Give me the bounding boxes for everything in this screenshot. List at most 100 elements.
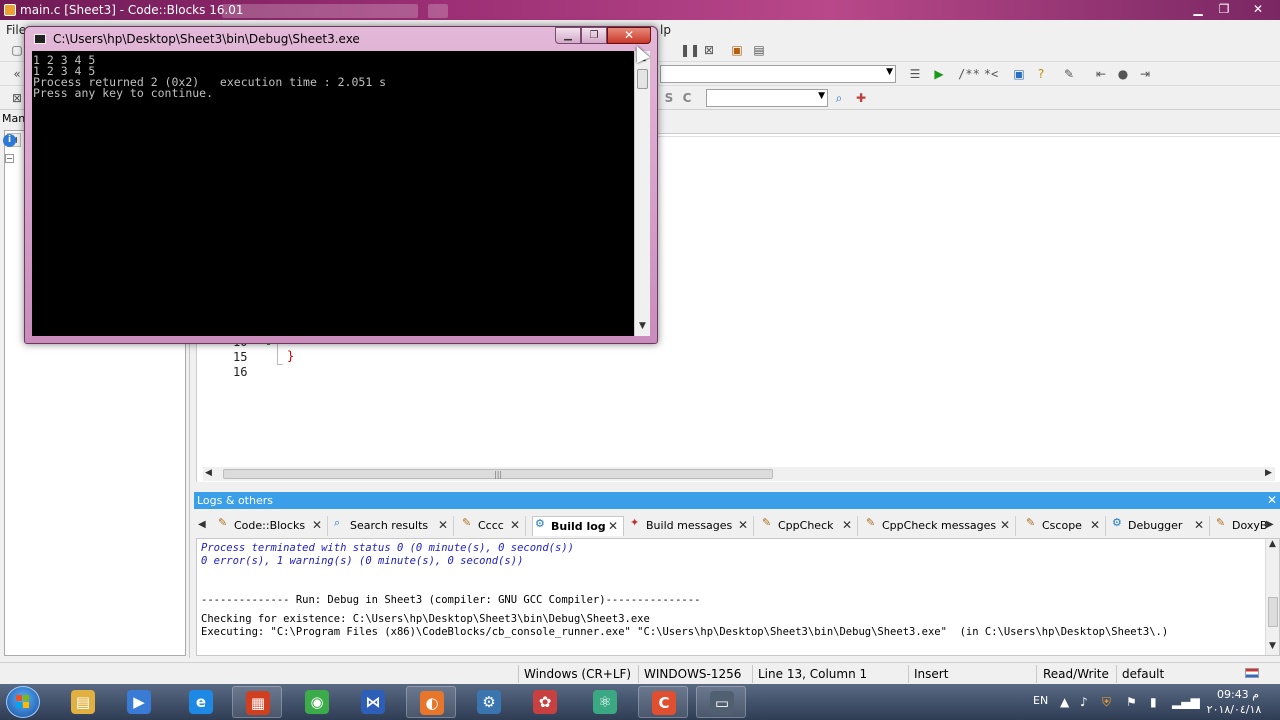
ide-titlebar[interactable]: main.c [Sheet3] - Code::Blocks 16.01 ▁ ❐… <box>0 0 1280 20</box>
visual-studio-icon: ⋈ <box>361 690 385 714</box>
taskbar-firefox[interactable]: ◐ <box>406 686 456 718</box>
close-icon[interactable]: ✕ <box>312 518 322 532</box>
uncomment-button[interactable]: *< <box>982 65 1000 83</box>
close-icon[interactable]: ✕ <box>738 518 748 532</box>
taskbar-windows-store[interactable]: ▦ <box>232 686 282 718</box>
tray-clock-date[interactable]: ٢٠١٨/٠٤/١٨ <box>1197 703 1271 716</box>
close-icon[interactable]: ✕ <box>438 518 448 532</box>
pause-icon[interactable]: ❚❚ <box>680 41 700 59</box>
search-option-s[interactable]: S <box>660 89 678 107</box>
console-window[interactable]: C:\Users\hp\Desktop\Sheet3\bin\Debug\She… <box>24 26 658 344</box>
console-minimize-button[interactable]: ▁ <box>555 27 581 44</box>
status-insert-mode: Insert <box>914 667 949 681</box>
log-tab-doxyblocks[interactable]: ✎ DoxyB <box>1214 516 1267 536</box>
close-icon[interactable]: ✕ <box>1194 518 1204 532</box>
volume-icon[interactable]: ♪ <box>1080 695 1088 709</box>
ide-minimize-button[interactable]: ▁ <box>1184 1 1212 17</box>
taskbar-visual-studio[interactable]: ⋈ <box>348 686 398 718</box>
editor-horizontal-scrollbar[interactable]: ◀ ||| ▶ <box>203 467 1275 481</box>
taskbar-atom[interactable]: ⚛ <box>580 686 630 718</box>
ide-maximize-button[interactable]: ❐ <box>1210 1 1238 17</box>
menu-help[interactable]: lp <box>660 23 671 37</box>
stack-icon[interactable]: ☰ <box>906 65 924 83</box>
close-icon[interactable]: ✕ <box>608 519 618 533</box>
console-output[interactable]: 1 2 3 4 5 1 2 3 4 5 Process returned 2 (… <box>32 51 634 336</box>
log-tab-debugger[interactable]: ⚙ Debugger ✕ <box>1110 516 1210 536</box>
build-log-output[interactable]: Process terminated with status 0 (0 minu… <box>196 538 1280 656</box>
scroll-up-icon[interactable]: ▲ <box>1269 539 1276 549</box>
tray-expand-icon[interactable]: ▲ <box>1060 695 1069 709</box>
fold-line <box>277 342 278 364</box>
scroll-down-icon[interactable]: ▼ <box>1269 641 1276 651</box>
search-icon[interactable]: ⌕ <box>830 89 848 107</box>
logs-header[interactable]: Logs & others ✕ <box>194 492 1280 509</box>
log-tab-search-results[interactable]: ⌕ Search results ✕ <box>332 516 454 536</box>
log-tab-build-log[interactable]: ⚙ Build log ✕ <box>532 516 624 536</box>
tree-expand-icon[interactable]: − <box>5 154 14 163</box>
log-line: 0 error(s), 1 warning(s) (0 minute(s), 0… <box>201 555 524 567</box>
close-icon[interactable]: ✕ <box>842 518 852 532</box>
tray-clock-time[interactable]: 09:43 م <box>1205 688 1271 701</box>
console-maximize-button[interactable]: ❐ <box>581 27 607 44</box>
log-tab-codeblocks[interactable]: ✎ Code::Blocks ✕ <box>216 516 328 536</box>
scroll-left-icon[interactable]: ◀ <box>205 468 212 478</box>
close-icon[interactable]: ✕ <box>510 518 520 532</box>
taskbar-console-window-task[interactable]: ▭ <box>696 686 746 718</box>
search-icon: ⌕ <box>334 516 341 529</box>
logs-close-button[interactable]: ✕ <box>1267 493 1277 507</box>
close-icon[interactable]: ✕ <box>1090 518 1100 532</box>
pencil-icon: ✎ <box>218 516 228 529</box>
security-icon[interactable]: ⛨ <box>1102 695 1111 710</box>
tabs-scroll-right-icon[interactable]: ▶ <box>1266 519 1274 530</box>
search-combo[interactable]: ▼ <box>706 89 828 107</box>
search-option-c[interactable]: C <box>678 89 696 107</box>
stop-icon[interactable]: ⊠ <box>700 41 718 59</box>
codeblocks-app-icon <box>4 4 16 16</box>
taskbar-file-explorer[interactable]: ▤ <box>58 686 108 718</box>
tray-language[interactable]: EN <box>1033 694 1048 707</box>
bookmark-icon[interactable]: ● <box>1114 65 1132 83</box>
log-line: -------------- Run: Debug in Sheet3 (com… <box>201 594 701 606</box>
battery-icon[interactable]: ▮ <box>1150 695 1157 709</box>
build-target-select[interactable]: ▼ <box>660 65 896 83</box>
taskbar-internet-explorer[interactable]: e <box>176 686 226 718</box>
log-tab-cscope[interactable]: ✎ Cscope ✕ <box>1024 516 1106 536</box>
scrollbar-thumb[interactable] <box>637 69 648 89</box>
doc-icon[interactable]: ▣ <box>1010 65 1028 83</box>
replace-icon[interactable]: ✚ <box>852 89 870 107</box>
log-tab-cppcheck-messages[interactable]: ✎ CppCheck messages ✕ <box>864 516 1016 536</box>
info-icon[interactable]: ▤ <box>750 41 768 59</box>
log-vertical-scrollbar[interactable]: ▲ ▼ <box>1265 539 1279 655</box>
console-window-title: C:\Users\hp\Desktop\Sheet3\bin\Debug\She… <box>53 32 360 46</box>
taskbar-chrome[interactable]: ◉ <box>292 686 342 718</box>
console-vertical-scrollbar[interactable]: ▲ ▼ <box>634 51 650 336</box>
help-icon[interactable]: ? <box>1032 65 1050 83</box>
log-tab-cppcheck[interactable]: ✎ CppCheck ✕ <box>760 516 858 536</box>
run-icon[interactable]: ▶ <box>930 65 948 83</box>
scroll-down-icon[interactable]: ▼ <box>639 321 646 331</box>
workspace-icon[interactable]: i <box>3 134 16 147</box>
taskbar-codeblocks[interactable]: C <box>638 686 688 718</box>
start-button[interactable] <box>6 686 40 718</box>
wrench-icon[interactable]: ✎ <box>1060 65 1078 83</box>
log-tab-build-messages[interactable]: ✦ Build messages ✕ <box>628 516 754 536</box>
comment-button[interactable]: /** <box>958 65 980 83</box>
scrollbar-thumb[interactable] <box>1268 597 1278 627</box>
tabs-scroll-left-icon[interactable]: ◀ <box>198 519 206 530</box>
action-center-icon[interactable]: ⚑ <box>1126 695 1137 709</box>
debug-window-icon[interactable]: ▣ <box>728 41 746 59</box>
close-icon[interactable]: ✕ <box>1000 518 1010 532</box>
taskbar-popcorn-time[interactable]: ✿ <box>520 686 570 718</box>
scrollbar-thumb[interactable]: ||| <box>223 469 773 479</box>
network-icon[interactable]: ▂▄▆ <box>1172 695 1200 709</box>
taskbar-media-player[interactable]: ▶ <box>114 686 164 718</box>
ide-close-button[interactable]: ✕ <box>1244 1 1272 17</box>
jump-first-icon[interactable]: ⇤ <box>1092 65 1110 83</box>
taskbar-python[interactable]: ⚙ <box>464 686 514 718</box>
log-tab-cccc[interactable]: ✎ Cccc ✕ <box>460 516 526 536</box>
jump-last-icon[interactable]: ⇥ <box>1136 65 1154 83</box>
console-close-button[interactable]: ✕ <box>607 27 651 44</box>
internet-explorer-icon: e <box>189 690 213 714</box>
console-titlebar[interactable]: C:\Users\hp\Desktop\Sheet3\bin\Debug\She… <box>25 27 657 51</box>
scroll-right-icon[interactable]: ▶ <box>1265 468 1272 478</box>
